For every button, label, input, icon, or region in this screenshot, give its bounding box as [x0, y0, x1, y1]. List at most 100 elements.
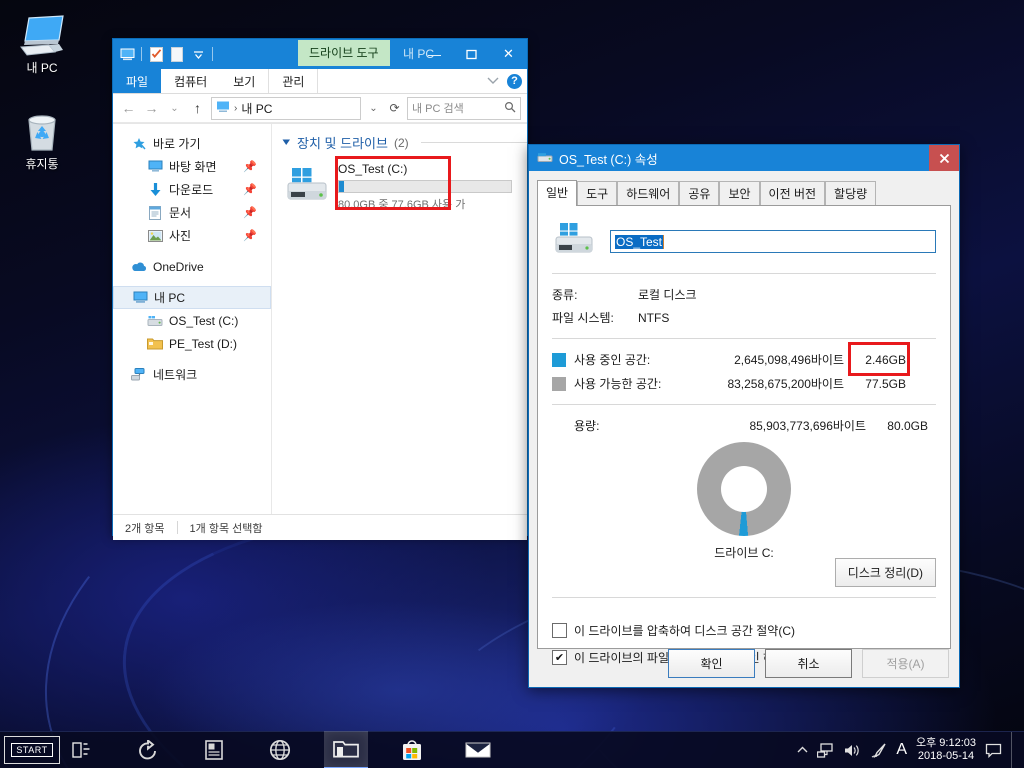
sidebar-item-downloads[interactable]: 다운로드 📌 — [113, 178, 271, 201]
search-input[interactable]: 내 PC 검색 — [407, 96, 521, 120]
ribbon-tab-view[interactable]: 보기 — [220, 69, 268, 93]
drive-tile-os-test-c[interactable]: OS_Test (C:) 80.0GB 중 77.6GB 사용 가 — [282, 156, 527, 212]
ime-indicator[interactable]: A — [896, 741, 907, 759]
pin-icon[interactable]: 📌 — [243, 229, 257, 242]
arrow-up-icon[interactable]: ↑ — [188, 97, 207, 119]
disk-cleanup-button[interactable]: 디스크 정리(D) — [834, 558, 936, 587]
task-view-icon[interactable] — [60, 732, 104, 768]
desktop-icon-my-pc[interactable]: 내 PC — [0, 8, 84, 75]
quick-access-toolbar[interactable] — [118, 45, 215, 63]
explorer-title-bar[interactable]: 드라이브 도구 내 PC — ✕ — [113, 39, 527, 69]
breadcrumb-current[interactable]: 내 PC — [241, 100, 272, 117]
chevron-up-icon[interactable] — [797, 746, 808, 754]
desktop[interactable]: 내 PC 휴지통 드라이브 도구 내 PC — ✕ 파일 컴퓨터 보기 관리 ?… — [0, 0, 1024, 768]
contextual-tab-drive-tools[interactable]: 드라이브 도구 — [298, 40, 390, 66]
sidebar-item-this-pc[interactable]: 내 PC — [113, 286, 271, 309]
compress-drive-checkbox-row[interactable]: 이 드라이브를 압축하여 디스크 공간 절약(C) — [552, 622, 796, 639]
ribbon-right-controls[interactable]: ? — [487, 69, 522, 93]
ok-button[interactable]: 확인 — [668, 649, 755, 678]
picture-icon — [147, 228, 163, 244]
window-controls[interactable]: — ✕ — [416, 39, 527, 69]
content-pane[interactable]: 장치 및 드라이브 (2) OS_Test (C:) 80.0GB 중 77.6… — [272, 124, 527, 514]
close-button[interactable]: ✕ — [490, 39, 527, 69]
minimize-button[interactable]: — — [416, 39, 453, 69]
pin-icon[interactable]: 📌 — [243, 206, 257, 219]
sidebar-item-os-test-c[interactable]: OS_Test (C:) — [113, 309, 271, 332]
breadcrumb-bar[interactable]: › 내 PC — [211, 96, 361, 120]
toolbar-divider — [141, 47, 142, 61]
tab-sharing[interactable]: 공유 — [679, 181, 720, 206]
search-icon[interactable] — [504, 101, 516, 116]
dialog-title: OS_Test (C:) 속성 — [559, 152, 658, 167]
notification-icon[interactable] — [985, 743, 1002, 758]
speaker-icon[interactable] — [844, 743, 862, 758]
tab-tools[interactable]: 도구 — [577, 181, 618, 206]
sidebar-item-onedrive[interactable]: OneDrive — [113, 255, 271, 278]
sidebar-item-pictures[interactable]: 사진 📌 — [113, 224, 271, 247]
file-explorer-icon[interactable] — [324, 731, 368, 768]
group-rule — [420, 142, 527, 143]
mail-icon[interactable] — [456, 732, 500, 768]
this-pc-icon[interactable] — [118, 45, 136, 63]
dialog-button-row[interactable]: 확인 취소 적용(A) — [668, 649, 949, 678]
properties-icon[interactable] — [147, 45, 165, 63]
sidebar-item-quick-access[interactable]: 바로 가기 — [113, 132, 271, 155]
sidebar-item-pe-test-d[interactable]: PE_Test (D:) — [113, 332, 271, 355]
address-bar[interactable]: ← → ⌄ ↑ › 내 PC ⌄ ⟳ 내 PC 검색 — [113, 94, 527, 123]
system-tray[interactable]: A 오후 9:12:03 2018-05-14 — [797, 732, 1024, 768]
drive-properties-dialog[interactable]: OS_Test (C:) 속성 일반 도구 하드웨어 공유 보안 이전 버전 할… — [528, 144, 960, 688]
new-folder-icon[interactable] — [168, 45, 186, 63]
restore-icon[interactable] — [126, 732, 170, 768]
maximize-button[interactable] — [453, 39, 490, 69]
network-icon[interactable] — [817, 742, 835, 758]
apply-button[interactable]: 적용(A) — [862, 649, 949, 678]
ribbon-tab-manage[interactable]: 관리 — [268, 69, 319, 93]
arrow-left-icon[interactable]: ← — [119, 97, 138, 119]
properties-tab-strip[interactable]: 일반 도구 하드웨어 공유 보안 이전 버전 할당량 — [529, 171, 959, 206]
arrow-right-icon[interactable]: → — [142, 97, 161, 119]
pin-icon[interactable]: 📌 — [243, 160, 257, 173]
tab-general[interactable]: 일반 — [537, 180, 578, 206]
desktop-icon-recycle-bin[interactable]: 휴지통 — [0, 104, 84, 171]
index-drive-checkbox[interactable]: ✔ — [552, 650, 567, 665]
chevron-down-icon[interactable]: ⌄ — [165, 97, 184, 119]
refresh-icon[interactable]: ⟳ — [386, 101, 403, 115]
ribbon-tab-file[interactable]: 파일 — [113, 69, 162, 93]
free-space-gb: 77.5GB — [865, 376, 906, 391]
pen-icon[interactable] — [871, 743, 887, 758]
capacity-bytes: 85,903,773,696바이트 — [749, 419, 866, 433]
sidebar-item-documents[interactable]: 문서 📌 — [113, 201, 271, 224]
sidebar-item-desktop[interactable]: 바탕 화면 📌 — [113, 155, 271, 178]
volume-name-input[interactable]: OS_Test — [610, 230, 936, 253]
ribbon-tab-strip[interactable]: 파일 컴퓨터 보기 관리 ? — [113, 69, 527, 94]
customize-chevron-icon[interactable] — [189, 45, 207, 63]
store-icon[interactable] — [390, 732, 434, 768]
browser-globe-icon[interactable] — [258, 732, 302, 768]
sidebar-item-network[interactable]: 네트워크 — [113, 363, 271, 386]
chevron-down-icon[interactable] — [487, 74, 499, 88]
tab-previous-versions[interactable]: 이전 버전 — [759, 181, 826, 206]
taskbar-clock[interactable]: 오후 9:12:03 2018-05-14 — [916, 737, 976, 763]
notes-icon[interactable] — [192, 732, 236, 768]
pin-icon[interactable]: 📌 — [243, 183, 257, 196]
sidebar-item-label: 바탕 화면 — [169, 160, 217, 174]
navigation-pane[interactable]: 바로 가기 바탕 화면 📌 다운로드 📌 문서 📌 사진 📌 OneDrive … — [113, 124, 272, 514]
tab-hardware[interactable]: 하드웨어 — [617, 181, 680, 206]
sidebar-item-label: PE_Test (D:) — [169, 336, 238, 351]
tab-quota[interactable]: 할당량 — [825, 181, 877, 206]
dialog-title-bar[interactable]: OS_Test (C:) 속성 — [529, 145, 959, 171]
show-desktop-button[interactable] — [1011, 732, 1018, 768]
triangle-expand-icon[interactable] — [282, 135, 291, 150]
help-icon[interactable]: ? — [507, 73, 522, 89]
tab-security[interactable]: 보안 — [719, 181, 760, 206]
dialog-close-button[interactable] — [929, 145, 959, 171]
ribbon-tab-computer[interactable]: 컴퓨터 — [161, 69, 220, 93]
desktop-icon-label: 내 PC — [26, 61, 58, 75]
file-explorer-window[interactable]: 드라이브 도구 내 PC — ✕ 파일 컴퓨터 보기 관리 ? ← → ⌄ ↑ … — [112, 38, 528, 540]
taskbar[interactable]: START A 오후 9:12:03 2018-05-14 — [0, 731, 1024, 768]
start-button[interactable]: START — [4, 736, 60, 764]
cancel-button[interactable]: 취소 — [765, 649, 852, 678]
compress-drive-checkbox[interactable] — [552, 623, 567, 638]
address-dropdown-icon[interactable]: ⌄ — [365, 103, 382, 114]
group-header-devices-and-drives[interactable]: 장치 및 드라이브 (2) — [282, 133, 527, 152]
